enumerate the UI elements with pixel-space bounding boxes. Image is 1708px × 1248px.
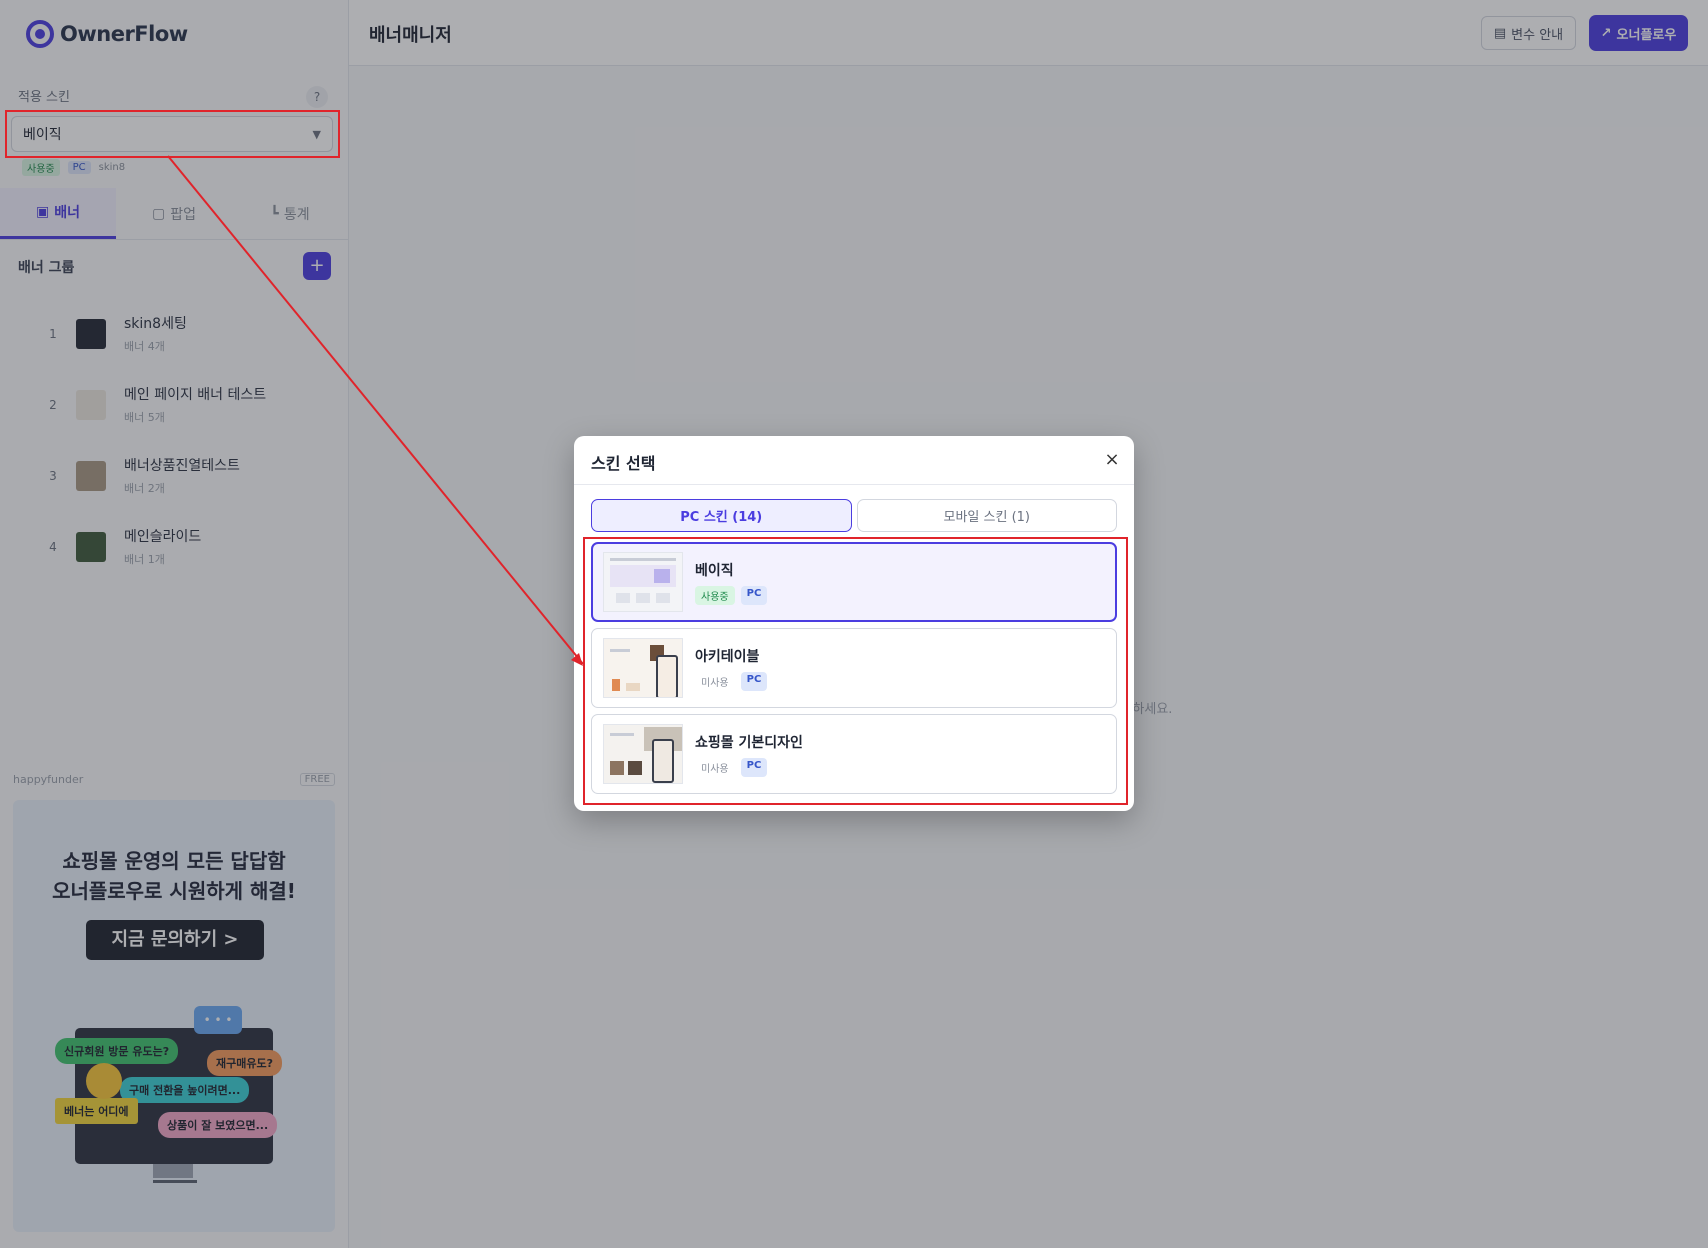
tab-mobile-skins[interactable]: 모바일 스킨 (1) (856, 499, 1117, 532)
close-icon[interactable]: × (1100, 448, 1124, 472)
highlight-box-skin-select (5, 110, 340, 158)
skin-type-tabs: PC 스킨 (14) 모바일 스킨 (1) (591, 499, 1117, 532)
modal-title: 스킨 선택 (591, 454, 656, 473)
divider (574, 484, 1134, 485)
highlight-box-skin-list (583, 537, 1128, 805)
tab-pc-skins[interactable]: PC 스킨 (14) (591, 499, 852, 532)
